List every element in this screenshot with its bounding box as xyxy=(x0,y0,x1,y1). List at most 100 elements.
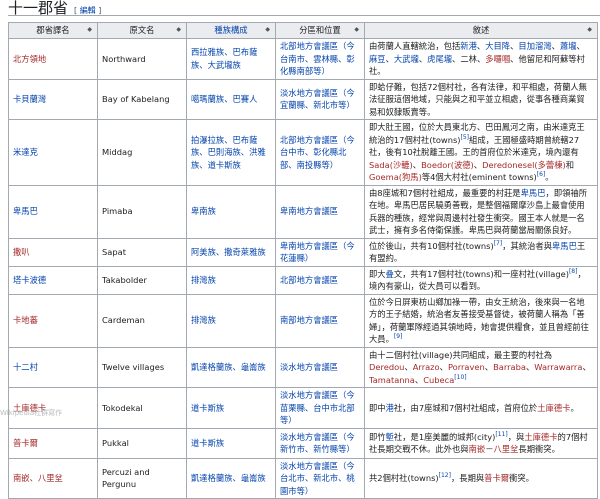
region-location-text[interactable]: 淡水地方會議區 xyxy=(280,362,338,372)
description-link[interactable]: Deredonesel(多蕾棟) xyxy=(482,160,566,170)
description-link[interactable]: Sada(沙轆) xyxy=(369,160,413,170)
table-row: 米達克 Middag 拍瀑拉族、巴布薩族、巴則海族、洪雅族、道卡斯族 北部地方會議區（… xyxy=(8,119,598,186)
region-location: 淡水地方會議區（今新竹市、新竹縣等） xyxy=(275,427,365,459)
description-link[interactable]: Arrazo xyxy=(413,362,440,372)
column-label: 原文名 xyxy=(129,25,155,36)
sort-icon[interactable]: ◆ xyxy=(354,24,359,37)
region-location: 卑南地方會議區（今花蓮縣） xyxy=(275,237,365,267)
description-link[interactable]: 大武壠 xyxy=(394,54,419,64)
description: 即大叠文，共有17個村社(towns)和一座村社(village)[8]，境內有… xyxy=(364,265,598,295)
sort-icon[interactable]: ◆ xyxy=(176,24,181,37)
original-name: Tokodekal xyxy=(97,387,187,429)
region-location-text[interactable]: 北部地方會議區（今台中市、彰化縣北部、南投縣等） xyxy=(280,135,355,170)
ethnic-groups-text[interactable]: 卑南族 xyxy=(191,206,216,216)
province-name-text[interactable]: 米達克 xyxy=(13,147,38,157)
province-name-text[interactable]: 撒叭 xyxy=(13,247,30,257)
province-name-text[interactable]: 南嵌、八里坌 xyxy=(13,473,63,483)
table-row: 撒叭 Sapat 阿美族、撒奇萊雅族 卑南地方會議區（今花蓮縣） 位於後山，共有10個村… xyxy=(8,237,598,267)
description-text: 位於後山，共有10個村社(towns) xyxy=(369,240,494,251)
sort-icon[interactable]: ◆ xyxy=(265,24,270,37)
region-location-text[interactable]: 北部地方會議區（今台南市、雲林縣、彰化縣南部等） xyxy=(280,41,355,76)
description-link[interactable]: Warrawarra xyxy=(534,362,582,372)
province-name: 北方領地 xyxy=(8,38,98,80)
description-link[interactable]: 叠 xyxy=(386,269,394,279)
description-link[interactable]: 麻豆 xyxy=(369,54,386,64)
province-name-text[interactable]: 卡貝蘭灣 xyxy=(13,94,46,104)
description-text: 。 xyxy=(570,402,579,413)
description-link[interactable]: Cubeca xyxy=(423,375,454,385)
citation-link[interactable]: [5] xyxy=(461,134,470,141)
ethnic-groups-text[interactable]: 西拉雅族、巴布薩族、大武壠族 xyxy=(191,47,257,70)
ethnic-groups-text[interactable]: 道卡斯族 xyxy=(191,438,224,448)
description-text: 由8座城和7個村社組成，最重要的村莊是 xyxy=(369,187,521,198)
description-link[interactable]: 土庫德卡 xyxy=(524,432,557,442)
region-location-text[interactable]: 卑南地方會議區（今花蓮縣） xyxy=(280,241,355,264)
ethnic-groups: 噶瑪蘭族、巴賽人 xyxy=(186,78,276,120)
region-location-text[interactable]: 淡水地方會議區（今宜蘭縣、新北市等） xyxy=(280,88,355,111)
edit-link[interactable]: 編輯 xyxy=(80,6,96,15)
description-link[interactable]: 南嵌 xyxy=(469,444,486,454)
province-name-text[interactable]: 十二村 xyxy=(13,362,38,372)
citation-link[interactable]: [10] xyxy=(454,374,466,381)
ethnic-groups-text[interactable]: 凱達格蘭族、龜崙族 xyxy=(191,473,266,483)
ethnic-groups-text[interactable]: 凱達格蘭族、龜崙族 xyxy=(191,362,266,372)
description-link[interactable]: 蕭壠 xyxy=(560,41,577,51)
description-link[interactable]: Barraba xyxy=(493,362,526,372)
column-header[interactable]: 種族構成 ◆ xyxy=(186,22,276,39)
province-name-text[interactable]: 北方領地 xyxy=(13,54,46,64)
description-link[interactable]: 普卡爾 xyxy=(484,473,509,483)
province-name-text[interactable]: 塔卡波德 xyxy=(13,275,46,285)
description-link[interactable]: 多囉嘓 xyxy=(485,54,510,64)
description-link[interactable]: Deredou xyxy=(369,362,404,372)
column-header[interactable]: 分區和位置 ◆ xyxy=(275,22,365,39)
description-link[interactable]: 卑馬巴 xyxy=(521,188,546,198)
description-link[interactable]: 目加溜灣 xyxy=(518,41,551,51)
description-link[interactable]: 港 xyxy=(386,403,394,413)
region-location-text[interactable]: 淡水地方會議區（今台北市、新北市、桃園市等） xyxy=(280,461,355,496)
description: 位於今日屏東枋山鄉加祿一帶，由女王統治，後來與一名地方的王子結婚，統治者友善接受… xyxy=(364,293,598,348)
description-link[interactable]: Tamatanna xyxy=(369,375,415,385)
description-link[interactable]: Porraven xyxy=(448,362,485,372)
ethnic-groups-text[interactable]: 噶瑪蘭族、巴賽人 xyxy=(191,94,257,104)
ethnic-groups-text[interactable]: 排灣族 xyxy=(191,315,216,325)
sort-icon[interactable]: ◆ xyxy=(87,24,92,37)
citation-link[interactable]: [7] xyxy=(494,240,503,247)
original-name: Cardeman xyxy=(97,293,187,348)
description-link[interactable]: 大目降 xyxy=(485,41,510,51)
province-name-text[interactable]: 普卡爾 xyxy=(13,438,38,448)
region-location-text[interactable]: 淡水地方會議區（今苗栗縣、台中市北部等） xyxy=(280,390,355,425)
citation-link[interactable]: [11] xyxy=(495,431,507,438)
region-location-text[interactable]: 卑南地方會議區 xyxy=(280,206,338,216)
region-location-text[interactable]: 淡水地方會議區（今新竹市、新竹縣等） xyxy=(280,432,355,455)
citation-link[interactable]: [9] xyxy=(394,333,403,340)
province-name-text[interactable]: 卡地蕃 xyxy=(13,315,38,325)
column-header[interactable]: 原文名 ◆ xyxy=(97,22,187,39)
region-location-text[interactable]: 北部地方會議區 xyxy=(280,275,338,285)
description-link[interactable]: 八里坌 xyxy=(494,444,519,454)
description-text: ，與 xyxy=(507,431,525,442)
edit-section-link[interactable]: [ 編輯 ] xyxy=(74,6,101,15)
description-text: － xyxy=(485,444,494,454)
column-header[interactable]: 敘述 ◆ xyxy=(364,22,598,39)
description-link[interactable]: 新港 xyxy=(460,41,477,51)
description-link[interactable]: 塹 xyxy=(386,432,394,442)
description-link[interactable]: 虎尾壠 xyxy=(427,54,452,64)
ethnic-groups-text[interactable]: 拍瀑拉族、巴布薩族、巴則海族、洪雅族、道卡斯族 xyxy=(191,135,266,170)
description-link[interactable]: 卑馬巴 xyxy=(552,241,577,251)
ethnic-groups-text[interactable]: 排灣族 xyxy=(191,275,216,285)
ethnic-groups-text[interactable]: 道卡斯族 xyxy=(191,403,224,413)
citation-link[interactable]: [12] xyxy=(439,472,451,479)
description-link[interactable]: Boedor(波德) xyxy=(421,160,474,170)
column-header[interactable]: 郡省譯名 ◆ xyxy=(8,22,98,39)
original-name: Twelve villages xyxy=(97,346,187,388)
description-link[interactable]: 土庫德卡 xyxy=(537,403,570,413)
sort-icon[interactable]: ◆ xyxy=(587,24,592,37)
column-label[interactable]: 種族構成 xyxy=(214,25,247,35)
province-name-text[interactable]: 卑馬巴 xyxy=(13,206,38,216)
region-location-text[interactable]: 南部地方會議區 xyxy=(280,315,338,325)
original-name-text: Twelve villages xyxy=(102,362,165,372)
ethnic-groups-text[interactable]: 阿美族、撒奇萊雅族 xyxy=(191,247,266,257)
description-text: 社，由7座城和7個村社組成，首府位於 xyxy=(393,402,538,413)
description-link[interactable]: Goema(狗馬) xyxy=(369,172,422,182)
ethnic-groups: 西拉雅族、巴布薩族、大武壠族 xyxy=(186,38,276,80)
